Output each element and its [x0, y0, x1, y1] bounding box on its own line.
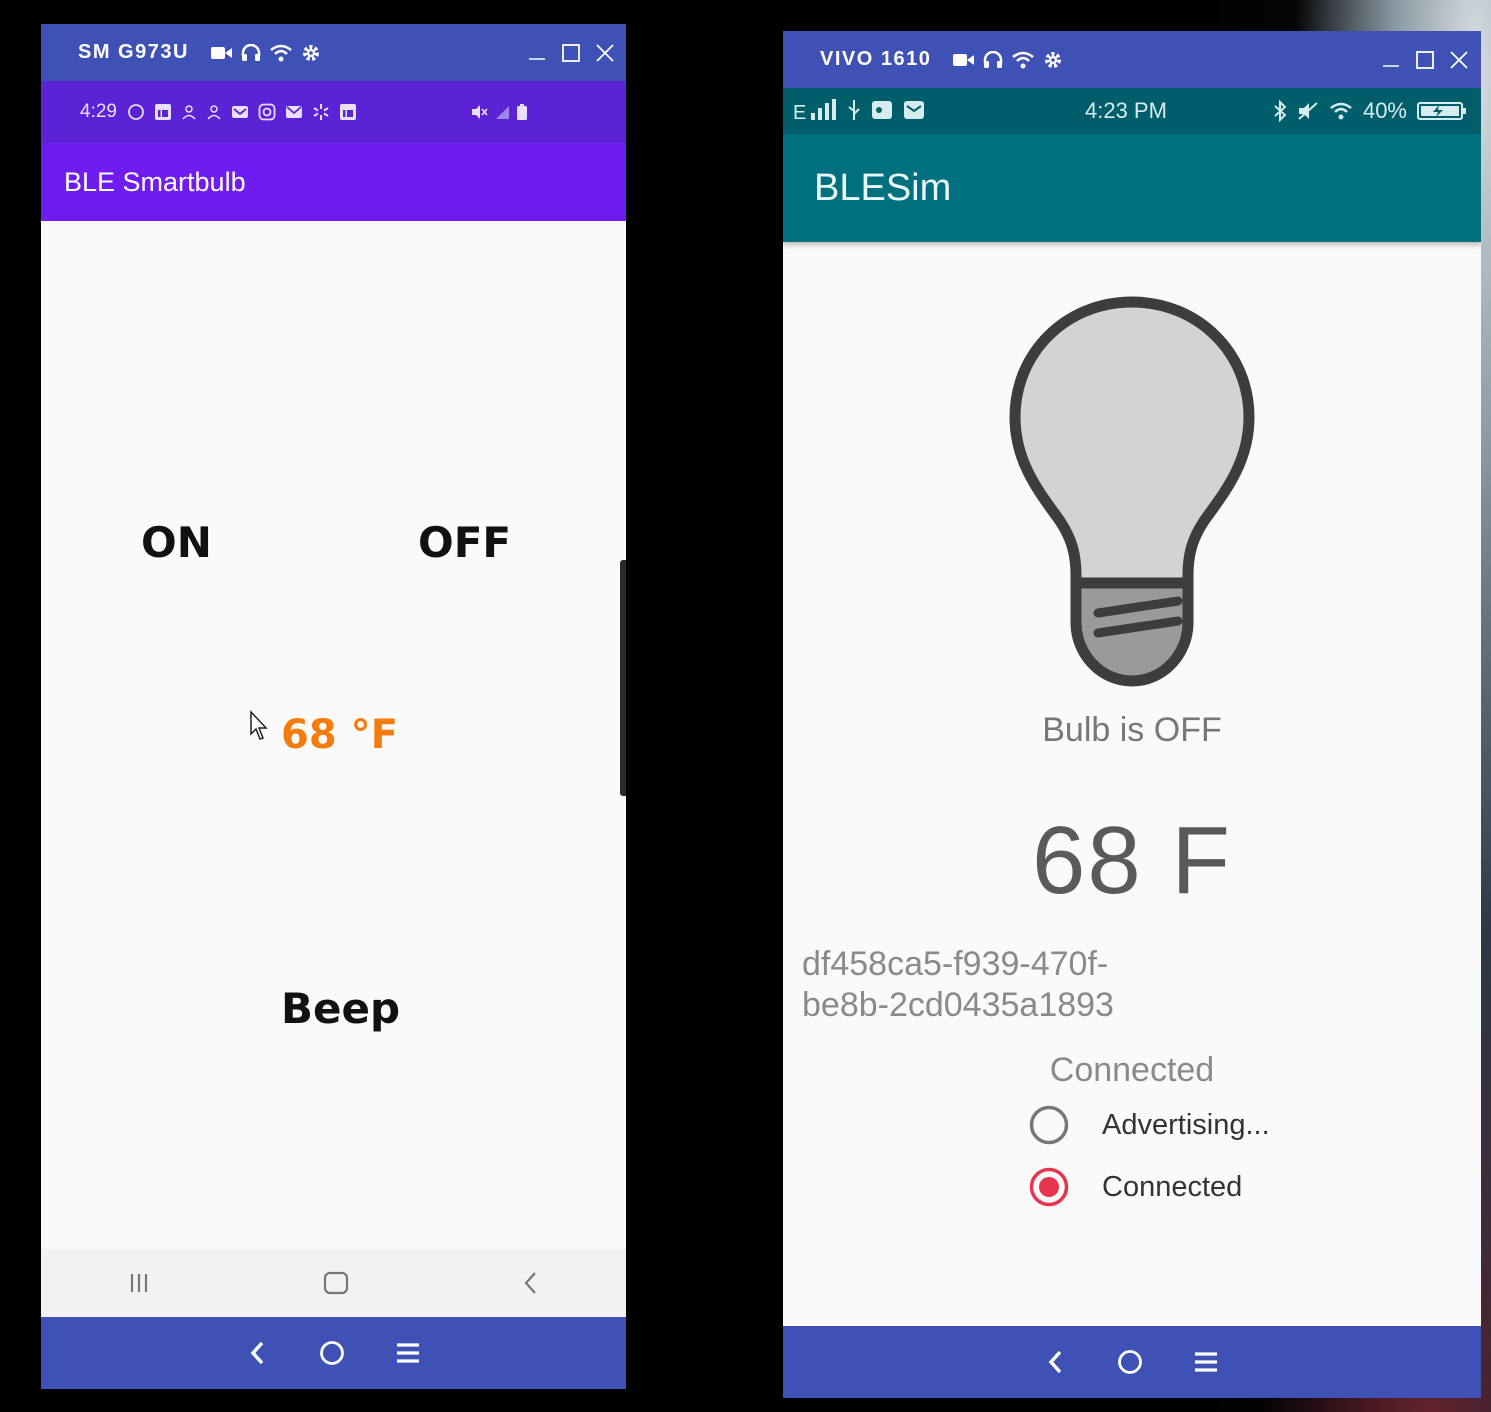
headphones-icon[interactable]: [241, 43, 261, 62]
uuid-line-1: df458ca5-f939-470f-: [802, 945, 1109, 983]
close-icon[interactable]: [596, 43, 614, 62]
on-button[interactable]: ON: [141, 518, 212, 567]
window-title: SM G973U: [78, 41, 189, 63]
person-icon: [206, 104, 222, 120]
status-time: 4:23 PM: [1085, 98, 1167, 123]
minimize-icon[interactable]: [1382, 51, 1400, 69]
radio-advertising[interactable]: Advertising...: [1028, 1104, 1270, 1146]
person-icon: [181, 104, 197, 120]
maximize-icon[interactable]: [1416, 50, 1434, 69]
connection-status-label: Connected: [1049, 1051, 1215, 1089]
close-icon[interactable]: [1450, 50, 1468, 69]
bluetooth-icon: [1273, 100, 1287, 122]
back-icon[interactable]: [247, 1340, 269, 1366]
instagram-icon: [258, 103, 276, 121]
battery-icon: [1417, 101, 1467, 121]
svg-text:E: E: [793, 102, 806, 121]
wifi-icon[interactable]: [1011, 51, 1035, 69]
headphones-icon[interactable]: [983, 50, 1003, 69]
recent-apps-icon[interactable]: [127, 1272, 151, 1294]
signal-icon: [494, 104, 510, 120]
home-icon[interactable]: [1117, 1349, 1143, 1375]
window-title-bar[interactable]: SM G973U: [41, 24, 626, 81]
mute-icon: [1297, 101, 1319, 121]
temperature-readout: 68 °F: [281, 712, 398, 758]
settings-icon[interactable]: [1043, 50, 1063, 70]
video-icon[interactable]: [953, 52, 975, 68]
android-system-nav: [41, 1249, 626, 1317]
right-phone-window: VIVO 1610 E 4:23 PM 40% BLESim Bulb is O…: [783, 31, 1481, 1398]
app-title-bar: BLESim: [783, 134, 1481, 242]
app-title-bar: BLE Smartbulb: [41, 143, 626, 221]
temperature-readout: 68 F: [1031, 807, 1233, 914]
radio-label: Connected: [1102, 1170, 1243, 1203]
mute-icon: [470, 103, 488, 121]
walmart-icon: [312, 103, 330, 121]
usb-icon: [847, 99, 861, 121]
back-icon[interactable]: [1045, 1349, 1067, 1375]
radio-unchecked-icon[interactable]: [1028, 1104, 1070, 1146]
maximize-icon[interactable]: [562, 43, 580, 62]
scroll-handle[interactable]: [620, 560, 626, 796]
menu-icon[interactable]: [395, 1342, 421, 1364]
back-icon[interactable]: [522, 1271, 540, 1295]
wifi-icon: [1329, 102, 1353, 120]
beep-button[interactable]: Beep: [281, 984, 400, 1033]
window-title: VIVO 1610: [820, 48, 932, 70]
mouse-cursor-icon: [249, 710, 271, 742]
email-icon: [903, 100, 925, 120]
left-phone-window: SM G973U 4:29 BLE Smartbulb ON OFF 68 °F…: [41, 24, 626, 1389]
off-button[interactable]: OFF: [418, 518, 511, 567]
home-icon[interactable]: [323, 1271, 349, 1295]
battery-icon: [516, 103, 528, 121]
radio-label: Advertising...: [1102, 1108, 1270, 1141]
signal-icon: E: [793, 99, 837, 121]
settings-icon[interactable]: [301, 43, 321, 63]
battery-percent: 40%: [1362, 98, 1407, 123]
uuid-line-2: be8b-2cd0435a1893: [802, 986, 1114, 1024]
status-time: 4:29: [80, 101, 117, 122]
wifi-icon[interactable]: [269, 44, 293, 62]
linkedin-icon: [339, 103, 357, 121]
whatsapp-icon: [127, 103, 145, 121]
window-nav-bar: [783, 1326, 1481, 1398]
phone-status-bar: 4:29: [41, 81, 626, 143]
app-title: BLESim: [814, 166, 952, 209]
radio-connected[interactable]: Connected: [1028, 1166, 1242, 1208]
home-icon[interactable]: [319, 1340, 345, 1366]
email-icon: [285, 104, 303, 120]
phone-status-bar: E 4:23 PM 40%: [783, 88, 1481, 134]
menu-icon[interactable]: [1193, 1351, 1219, 1373]
radio-checked-icon[interactable]: [1028, 1166, 1070, 1208]
window-title-bar[interactable]: VIVO 1610: [783, 31, 1481, 88]
minimize-icon[interactable]: [528, 44, 546, 62]
app-notification-icon: [871, 100, 893, 120]
gmail-icon: [231, 104, 249, 120]
device-uuid: df458ca5-f939-470f- be8b-2cd0435a1893: [802, 944, 1114, 1026]
window-nav-bar: [41, 1317, 626, 1389]
bulb-status-label: Bulb is OFF: [1042, 711, 1222, 749]
lightbulb-icon: [1008, 293, 1256, 691]
video-icon[interactable]: [210, 45, 233, 61]
app-title: BLE Smartbulb: [64, 166, 246, 197]
linkedin-icon: [154, 103, 172, 121]
